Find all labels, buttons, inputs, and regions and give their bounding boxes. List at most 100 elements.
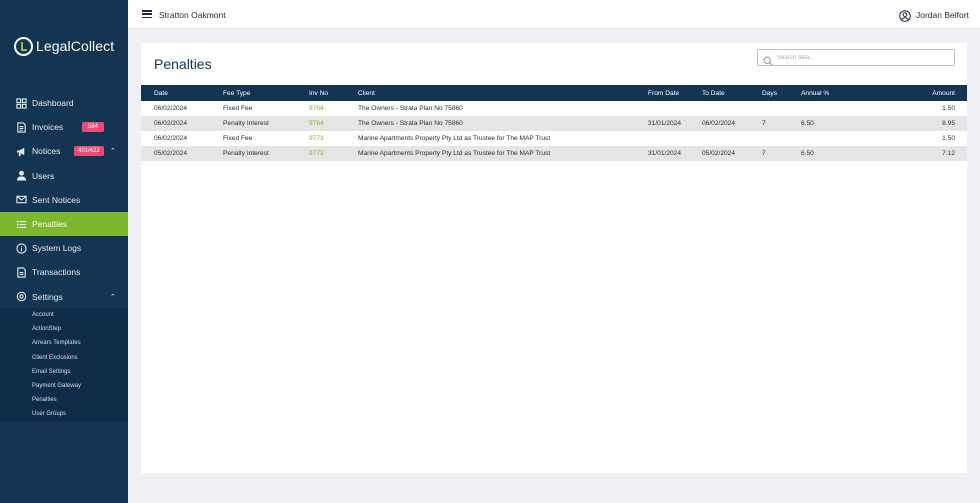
cell-inv-no-link[interactable]: 9773 [309,131,358,146]
cell-days: 7 [762,120,766,127]
sidebar-item-settings[interactable]: Settings ⌃ [0,285,128,309]
sidebar-item-transactions[interactable]: Transactions [0,260,128,284]
cell-fee-type: Penalty Interest [223,150,269,157]
submenu-item-email-settings[interactable]: Email Settings [0,365,128,379]
search-box[interactable] [757,49,955,66]
logo-icon [14,36,33,56]
cell-from-date [648,131,702,146]
sidebar-item-users[interactable]: Users [0,164,128,188]
cell-to-date: 05/02/2024 [702,150,736,157]
column-header-client[interactable]: Client [358,85,648,101]
invoices-count-badge: 584 [82,122,105,133]
search-input[interactable] [777,54,947,61]
sidebar-item-penalties[interactable]: Penalties [0,211,128,237]
sidebar: LegalCollect Dashboard Invoices 584 Noti… [0,0,128,503]
cell-annual [801,101,861,116]
info-icon [16,243,27,254]
cell-fee-type: Fixed Fee [223,105,253,112]
cell-days [762,131,801,146]
cell-inv-no-link[interactable]: 9773 [309,146,358,161]
sidebar-item-label: Notices [32,146,61,157]
cell-from-date [648,101,702,116]
cell-days: 7 [762,150,766,157]
column-header-annual[interactable]: Annual % [801,85,861,101]
page-title: Penalties [154,56,212,72]
column-header-days[interactable]: Days [762,85,801,101]
cell-date: 06/02/2024 [154,105,188,112]
chevron-up-icon[interactable]: ⌃ [110,147,116,155]
document-icon [16,267,27,278]
sidebar-item-system-logs[interactable]: System Logs [0,236,128,260]
cell-fee-type: Penalty Interest [223,120,269,127]
table-row[interactable]: 05/02/2024 Penalty Interest 9773 Marine … [141,146,967,161]
penalties-table: Date Fee Type Inv No Client From Date To… [141,85,967,161]
table-row[interactable]: 06/02/2024 Penalty Interest 9764 The Own… [141,116,967,131]
cell-date: 05/02/2024 [154,150,188,157]
table-row[interactable]: 06/02/2024 Fixed Fee 9764 The Owners - S… [141,101,967,116]
submenu-item-arrears-templates[interactable]: Arrears Templates [0,336,128,350]
cell-from-date: 31/01/2024 [648,120,682,127]
top-bar: Stratton Oakmont Jordan Belfort [128,0,980,29]
cell-to-date [702,131,762,146]
notices-count-badge: 401/422 [74,146,104,157]
user-name[interactable]: Jordan Belfort [916,10,969,20]
cell-client: Marine Apartments Property Pty Ltd as Tr… [358,135,551,142]
hamburger-menu-icon[interactable] [142,10,152,19]
cell-to-date: 06/02/2024 [702,120,736,127]
mail-icon [16,194,27,205]
submenu-item-account[interactable]: Account [0,308,128,322]
cell-amount: 8.95 [942,120,955,127]
cell-client: The Owners - Strata Plan No 75860 [358,105,463,112]
dashboard-icon [16,97,27,109]
submenu-item-actionstep[interactable]: ActionStep [0,322,128,336]
sidebar-item-label: Transactions [32,267,81,278]
cell-to-date [702,101,762,116]
cell-annual: 6.50 [801,120,814,127]
cell-fee-type: Fixed Fee [223,135,253,142]
submenu-item-client-exclusions[interactable]: Client Exclusions [0,351,128,365]
column-header-to-date[interactable]: To Date [702,85,762,101]
chevron-up-icon[interactable]: ⌃ [110,293,116,301]
column-header-fee-type[interactable]: Fee Type [223,85,309,101]
logo[interactable]: LegalCollect [14,36,114,56]
settings-submenu: Account ActionStep Arrears Templates Cli… [0,308,128,421]
column-header-amount[interactable]: Amount [861,85,967,101]
table-header-row: Date Fee Type Inv No Client From Date To… [141,85,967,101]
sidebar-item-label: System Logs [32,243,82,254]
cell-amount: 1.50 [942,135,955,142]
user-icon [16,170,27,181]
sidebar-item-invoices[interactable]: Invoices 584 [0,115,128,139]
user-avatar-icon[interactable] [899,9,911,22]
sidebar-item-label: Dashboard [32,98,74,109]
cell-from-date: 31/01/2024 [648,150,682,157]
column-header-from-date[interactable]: From Date [648,85,702,101]
gear-icon [16,291,27,302]
cell-amount: 7.12 [942,150,955,157]
invoice-icon [16,122,27,133]
list-icon [16,219,27,230]
cell-date: 06/02/2024 [154,135,188,142]
sidebar-item-label: Sent Notices [32,194,81,205]
submenu-item-payment-gateway[interactable]: Payment Gateway [0,379,128,393]
organization-name: Stratton Oakmont [159,10,226,20]
sidebar-item-label: Penalties [32,219,67,230]
table-row[interactable]: 06/02/2024 Fixed Fee 9773 Marine Apartme… [141,131,967,146]
logo-text: LegalCollect [36,38,115,54]
cell-date: 06/02/2024 [154,120,188,127]
cell-annual [801,131,861,146]
main-panel: Penalties Date Fee Type Inv No Client Fr… [141,43,967,473]
sidebar-item-sent-notices[interactable]: Sent Notices [0,188,128,212]
search-icon [763,53,773,66]
sidebar-item-notices[interactable]: Notices 401/422 ⌃ [0,139,128,163]
submenu-item-penalties[interactable]: Penalties [0,393,128,407]
sidebar-nav: Dashboard Invoices 584 Notices 401/422 ⌃… [0,91,128,309]
submenu-item-user-groups[interactable]: User Groups [0,407,128,421]
column-header-inv-no[interactable]: Inv No [309,85,358,101]
cell-amount: 1.50 [942,105,955,112]
sidebar-item-label: Users [32,170,55,181]
cell-inv-no-link[interactable]: 9764 [309,101,358,116]
sidebar-item-dashboard[interactable]: Dashboard [0,91,128,115]
cell-inv-no-link[interactable]: 9764 [309,116,358,131]
cell-client: Marine Apartments Property Pty Ltd as Tr… [358,150,551,157]
column-header-date[interactable]: Date [141,85,223,101]
